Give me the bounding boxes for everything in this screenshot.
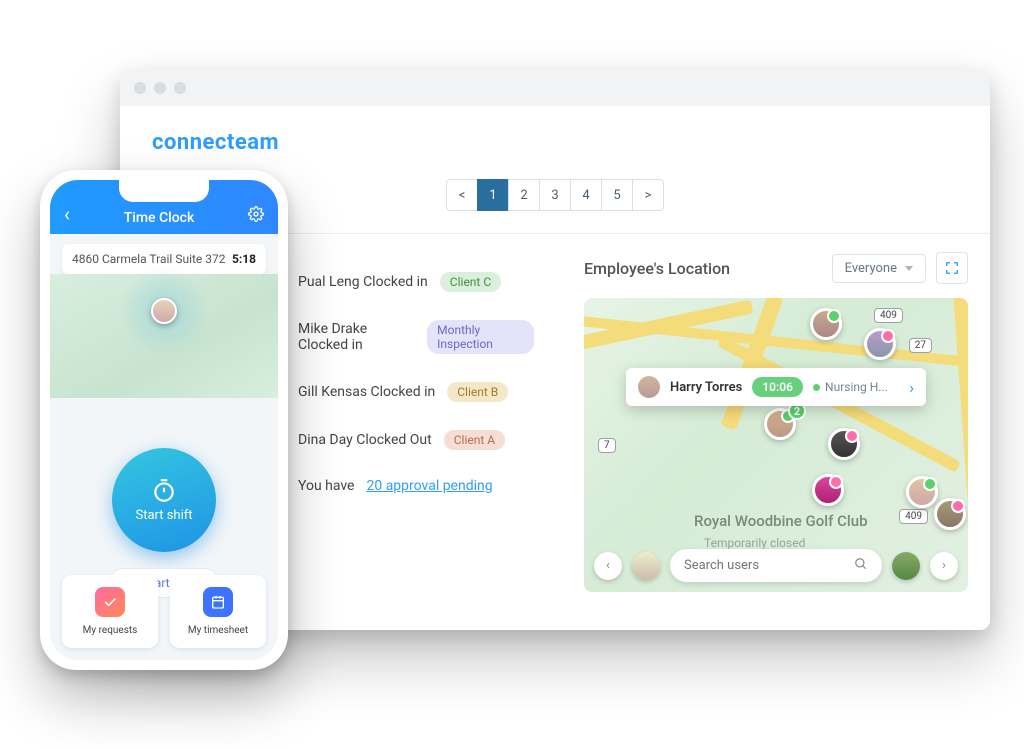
search-icon <box>854 556 868 575</box>
route-shield: 27 <box>909 338 932 353</box>
pager-page-4[interactable]: 4 <box>570 179 602 211</box>
approval-pending-link[interactable]: 20 approval pending <box>366 478 492 494</box>
employee-pin[interactable] <box>810 308 842 340</box>
map[interactable]: 409 27 7 409 Royal Woodbine Golf Club Te… <box>584 298 968 592</box>
tooltip-name: Harry Torres <box>670 380 742 395</box>
pager-next[interactable]: > <box>632 179 664 211</box>
feed-text: Pual Leng Clocked in <box>298 274 428 290</box>
phone-notch <box>119 180 209 202</box>
filter-select[interactable]: Everyone <box>832 254 926 283</box>
search-users-input[interactable] <box>670 549 882 582</box>
route-shield: 7 <box>598 438 616 453</box>
pager-page-2[interactable]: 2 <box>508 179 540 211</box>
feed-chip: Client C <box>440 272 501 292</box>
employee-pin[interactable] <box>812 474 844 506</box>
employee-pin[interactable] <box>906 476 938 508</box>
calendar-icon <box>203 587 233 617</box>
filter-label: Everyone <box>845 261 897 276</box>
window-max-dot[interactable] <box>174 82 186 94</box>
pager-page-3[interactable]: 3 <box>539 179 571 211</box>
tooltip-location: Nursing H... <box>813 380 899 394</box>
feed-chip: Client A <box>444 430 505 450</box>
window-close-dot[interactable] <box>134 82 146 94</box>
tooltip-time: 10:06 <box>752 377 803 397</box>
carousel-next[interactable]: › <box>930 552 958 580</box>
route-shield: 409 <box>899 509 928 524</box>
feed-chip: Client B <box>447 382 508 402</box>
carousel-prev[interactable]: ‹ <box>594 552 622 580</box>
feed-footer-text: You have <box>298 478 354 494</box>
feed-text: Mike Drake Clocked in <box>298 321 415 353</box>
expand-button[interactable] <box>936 252 968 284</box>
settings-icon[interactable] <box>248 206 264 226</box>
map-poi-sub: Temporarily closed <box>704 536 805 550</box>
window-min-dot[interactable] <box>154 82 166 94</box>
tile-label: My timesheet <box>188 625 248 636</box>
feed-text: Dina Day Clocked Out <box>298 432 432 448</box>
address-text: 4860 Carmela Trail Suite 372 <box>72 252 225 266</box>
start-shift-label: Start shift <box>135 508 192 523</box>
brand-logo: connecteam <box>120 106 990 171</box>
pager-page-1[interactable]: 1 <box>477 179 509 211</box>
chevron-right-icon[interactable]: › <box>909 378 914 397</box>
pager-page-5[interactable]: 5 <box>601 179 633 211</box>
employee-location-panel: Employee's Location Everyone <box>562 234 990 630</box>
screen-title: Time Clock <box>124 210 195 226</box>
phone-mockup: ‹ Time Clock 4860 Carmela Trail Suite 37… <box>40 170 288 670</box>
feed-text: Gill Kensas Clocked in <box>298 384 435 400</box>
avatar <box>638 376 660 398</box>
start-shift-button[interactable]: Start shift <box>112 448 216 552</box>
panel-title: Employee's Location <box>584 259 730 278</box>
employee-pin[interactable] <box>864 328 896 360</box>
map-poi-label: Royal Woodbine Golf Club <box>694 512 868 530</box>
my-requests-tile[interactable]: My requests <box>62 575 158 648</box>
feed-chip: Monthly Inspection <box>427 320 534 354</box>
elapsed-time: 5:18 <box>232 252 256 266</box>
employee-pin[interactable] <box>828 428 860 460</box>
carousel-avatar[interactable] <box>892 552 920 580</box>
search-input-field[interactable] <box>684 558 854 573</box>
my-timesheet-tile[interactable]: My timesheet <box>170 575 266 648</box>
employee-pin[interactable] <box>934 498 966 530</box>
back-button[interactable]: ‹ <box>64 202 70 226</box>
my-location-pin[interactable] <box>151 298 177 324</box>
stopwatch-icon <box>151 478 177 504</box>
map-user-carousel: ‹ › <box>594 549 958 582</box>
browser-titlebar <box>120 70 990 106</box>
employee-tooltip[interactable]: Harry Torres 10:06 Nursing H... › <box>626 368 926 406</box>
phone-map[interactable] <box>50 274 278 398</box>
carousel-avatar[interactable] <box>632 552 660 580</box>
checkmark-icon <box>95 587 125 617</box>
route-shield: 409 <box>874 308 903 323</box>
chevron-down-icon <box>905 266 913 271</box>
pager-prev[interactable]: < <box>446 179 478 211</box>
tile-label: My requests <box>83 625 138 636</box>
